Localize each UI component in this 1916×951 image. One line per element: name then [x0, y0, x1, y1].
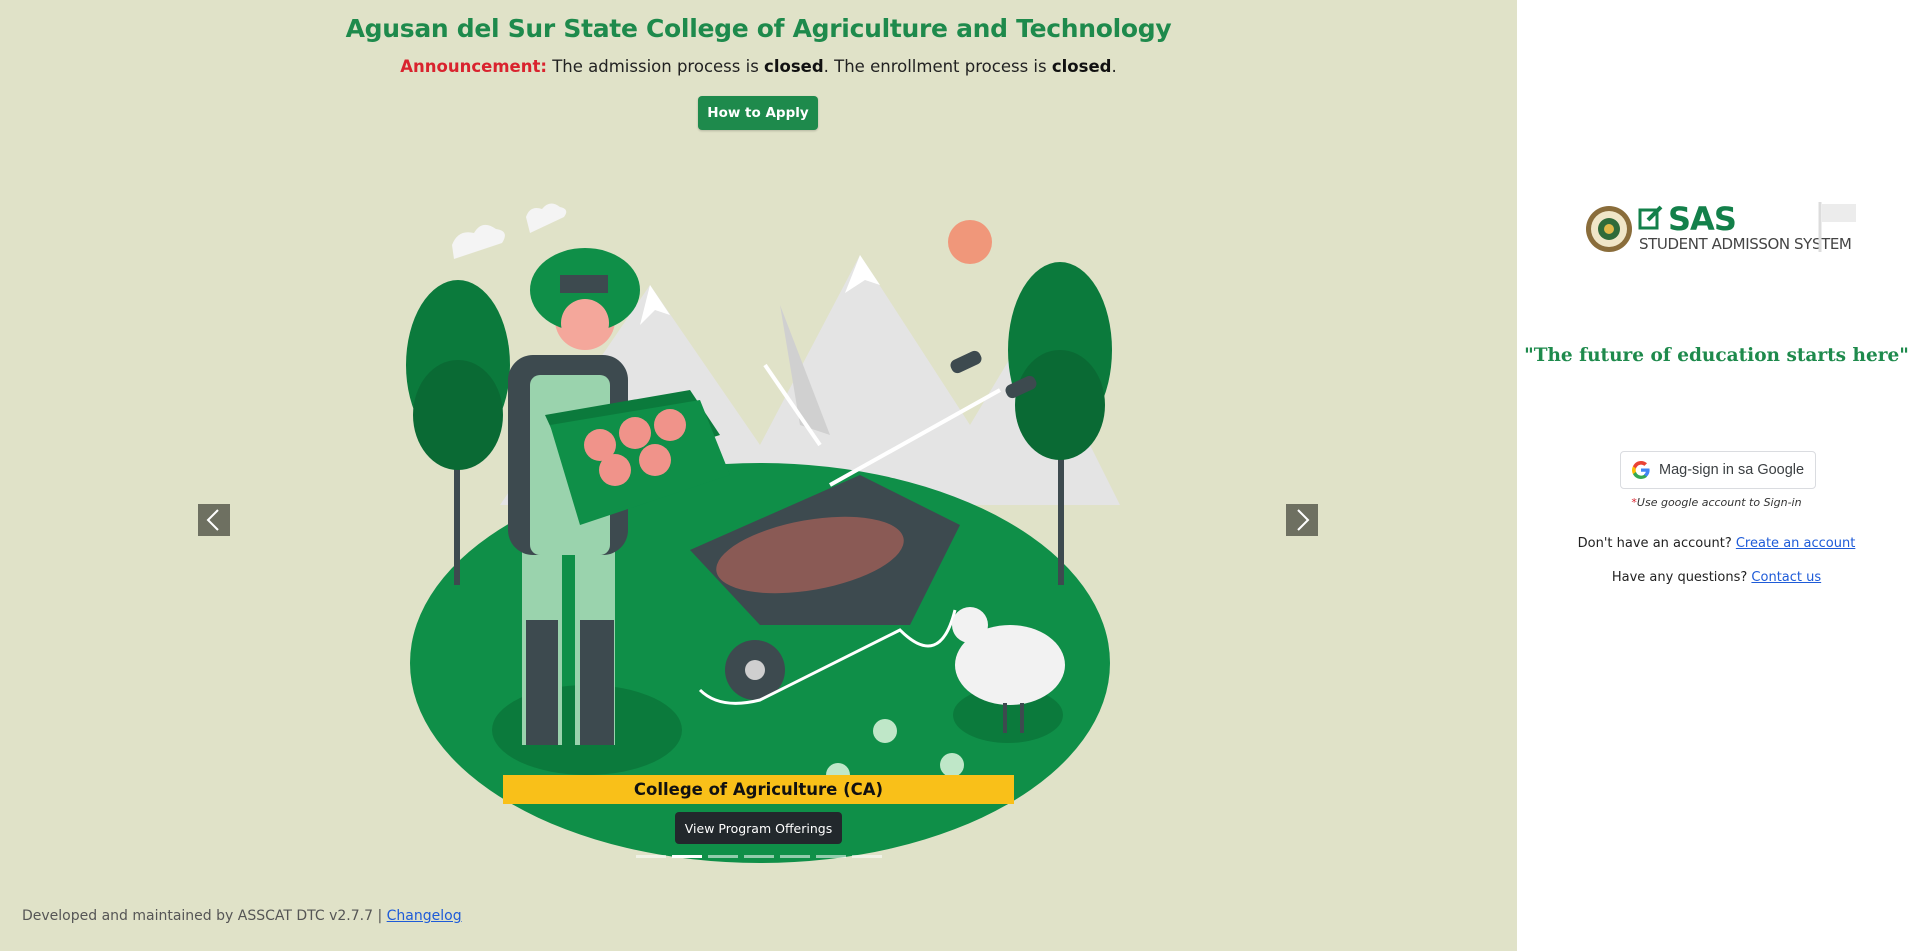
view-program-offerings-button[interactable]: View Program Offerings [675, 812, 842, 844]
google-icon [1632, 461, 1650, 479]
tagline: "The future of education starts here" [1524, 345, 1909, 366]
admission-status: closed [764, 57, 824, 76]
enrollment-status: closed [1051, 57, 1112, 76]
carousel-indicators [636, 855, 882, 858]
announcement-text-1: The admission process is [546, 57, 765, 76]
announcement-label: Announcement: [400, 57, 547, 76]
questions-line: Have any questions? Contact us [1517, 570, 1916, 585]
carousel-indicator[interactable] [744, 855, 774, 858]
school-seal-icon [1586, 206, 1632, 252]
note-text: Use google account to Sign-in [1636, 496, 1802, 509]
announcement-end: . [1111, 57, 1117, 76]
carousel-indicator[interactable] [852, 855, 882, 858]
page-title: Agusan del Sur State College of Agricult… [345, 14, 1172, 43]
changelog-link[interactable]: Changelog [387, 908, 462, 924]
logo-text-sas: SAS [1668, 200, 1737, 238]
carousel-indicator[interactable] [816, 855, 846, 858]
questions-text: Have any questions? [1611, 570, 1752, 585]
announcement: Announcement: The admission process is c… [0, 57, 1517, 76]
google-sign-in-button[interactable]: Mag-sign in sa Google [1620, 451, 1816, 489]
contact-us-link[interactable]: Contact us [1751, 570, 1821, 585]
sign-in-note: *Use google account to Sign-in [1517, 496, 1916, 509]
flag-icon [1818, 202, 1856, 252]
google-button-label: Mag-sign in sa Google [1659, 462, 1805, 478]
carousel-indicator-active[interactable] [672, 855, 702, 858]
announcement-text-2: . The enrollment process is [823, 57, 1052, 76]
footer-text: Developed and maintained by ASSCAT DTC v… [22, 908, 387, 924]
footer: Developed and maintained by ASSCAT DTC v… [22, 908, 462, 924]
carousel-indicator[interactable] [708, 855, 738, 858]
no-account-line: Don't have an account? Create an account [1517, 536, 1916, 551]
main-panel: Agusan del Sur State College of Agricult… [0, 0, 1517, 951]
farmer-illustration [406, 203, 1120, 863]
carousel-prev-button[interactable] [198, 504, 230, 536]
edit-icon [1638, 205, 1663, 230]
no-account-text: Don't have an account? [1577, 536, 1736, 551]
carousel-indicator[interactable] [636, 855, 666, 858]
create-account-link[interactable]: Create an account [1736, 536, 1855, 551]
chevron-left-icon [206, 509, 219, 531]
how-to-apply-button[interactable]: How to Apply [698, 96, 818, 130]
carousel-next-button[interactable] [1286, 504, 1318, 536]
carousel-caption: College of Agriculture (CA) [503, 775, 1014, 804]
chevron-right-icon [1297, 509, 1310, 531]
carousel-indicator[interactable] [780, 855, 810, 858]
